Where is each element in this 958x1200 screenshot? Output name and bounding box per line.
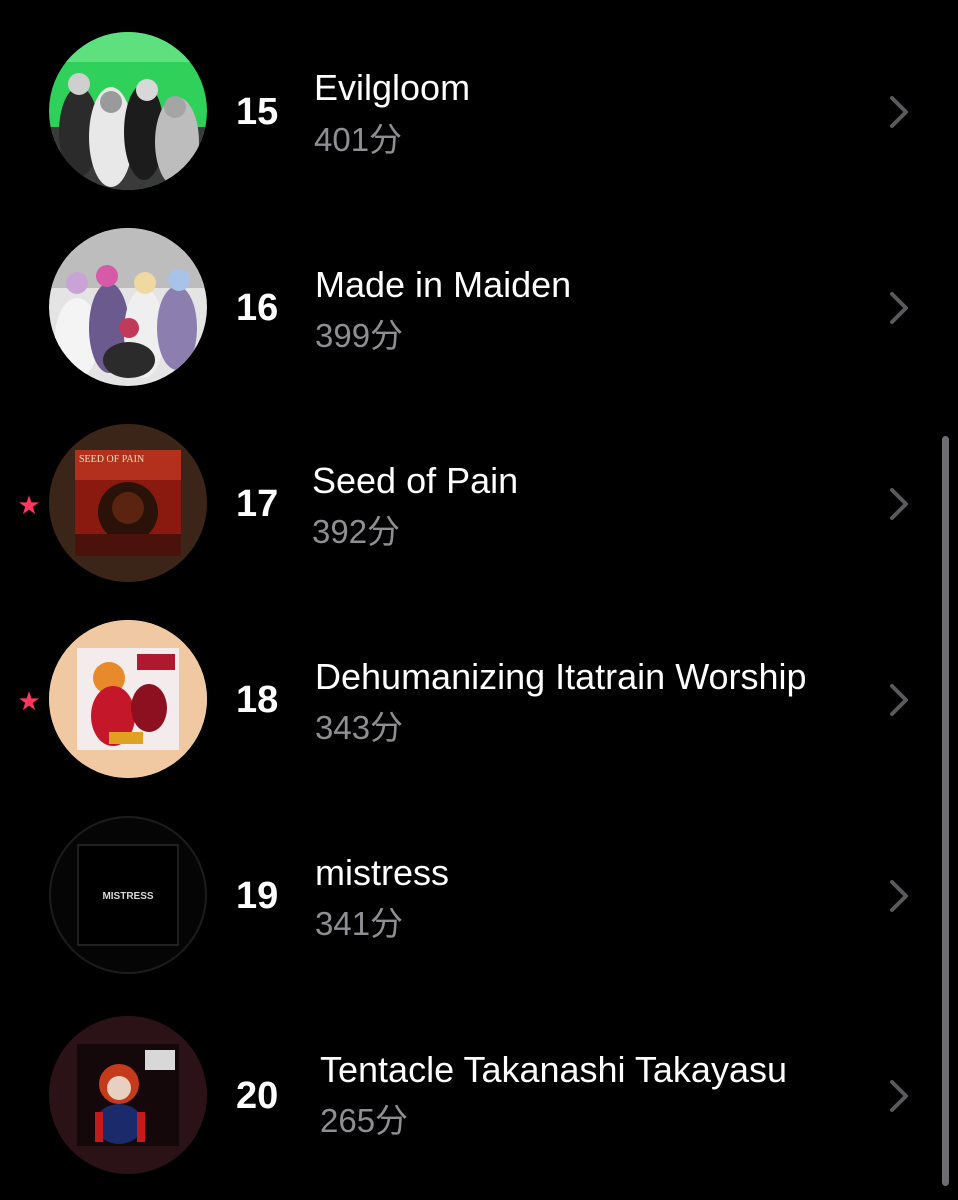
artist-avatar: [49, 1016, 207, 1174]
rank-number: 20: [236, 1075, 279, 1117]
artist-row-mistress[interactable]: MISTRESS 19 mistress 341分: [0, 796, 940, 992]
artist-row-dehumanizing-itatrain-worship[interactable]: ★ 18 Dehumanizing Itatrain Worship 343分: [0, 600, 940, 796]
artist-avatar: MISTRESS: [49, 816, 207, 974]
chevron-right-icon: [886, 680, 912, 720]
listening-minutes: 343分: [315, 709, 404, 746]
listening-minutes: 399分: [315, 317, 404, 354]
artist-avatar: [49, 228, 207, 386]
band-photo-image: [49, 228, 207, 386]
chevron-right-icon: [886, 288, 912, 328]
album-cover-image: [49, 620, 207, 778]
artist-name: Seed of Pain: [312, 460, 519, 501]
artist-row-made-in-maiden[interactable]: 16 Made in Maiden 399分: [0, 208, 940, 404]
listening-minutes: 392分: [312, 513, 401, 550]
rank-number: 19: [236, 875, 279, 917]
artist-avatar: SEED OF PAIN: [49, 424, 207, 582]
star-icon: ★: [17, 686, 41, 716]
artist-name: Dehumanizing Itatrain Worship: [315, 656, 807, 697]
rank-number: 18: [236, 679, 279, 721]
chevron-right-icon: [886, 1076, 912, 1116]
album-cover-image: [49, 1016, 207, 1174]
band-photo-image: [49, 32, 207, 190]
artist-name: Tentacle Takanashi Takayasu: [320, 1049, 787, 1090]
star-icon: ★: [17, 490, 41, 520]
artist-avatar: [49, 620, 207, 778]
listening-minutes: 265分: [320, 1102, 409, 1139]
artist-name: Evilgloom: [314, 67, 471, 108]
cover-logo-text: MISTRESS: [102, 891, 153, 902]
album-cover-image: SEED OF PAIN: [49, 424, 207, 582]
artist-row-tentacle-takanashi-takayasu[interactable]: 20 Tentacle Takanashi Takayasu 265分: [0, 994, 940, 1190]
album-cover-image: MISTRESS: [49, 816, 207, 974]
rank-number: 16: [236, 287, 279, 329]
chevron-right-icon: [886, 484, 912, 524]
artist-ranking-list: 15 Evilgloom 401分 16 Made in Maiden 399分…: [0, 0, 958, 1200]
rank-number: 15: [236, 91, 279, 133]
cover-title-text: SEED OF PAIN: [79, 454, 144, 465]
listening-minutes: 401分: [314, 121, 403, 158]
vertical-scrollbar[interactable]: [942, 436, 949, 1186]
rank-number: 17: [236, 483, 279, 525]
artist-row-seed-of-pain[interactable]: ★ SEED OF PAIN 17 Seed of Pain 392分: [0, 404, 940, 600]
artist-row-evilgloom[interactable]: 15 Evilgloom 401分: [0, 12, 940, 208]
artist-name: mistress: [315, 852, 449, 893]
artist-avatar: [49, 32, 207, 190]
artist-name: Made in Maiden: [315, 264, 572, 305]
chevron-right-icon: [886, 876, 912, 916]
listening-minutes: 341分: [315, 905, 404, 942]
chevron-right-icon: [886, 92, 912, 132]
